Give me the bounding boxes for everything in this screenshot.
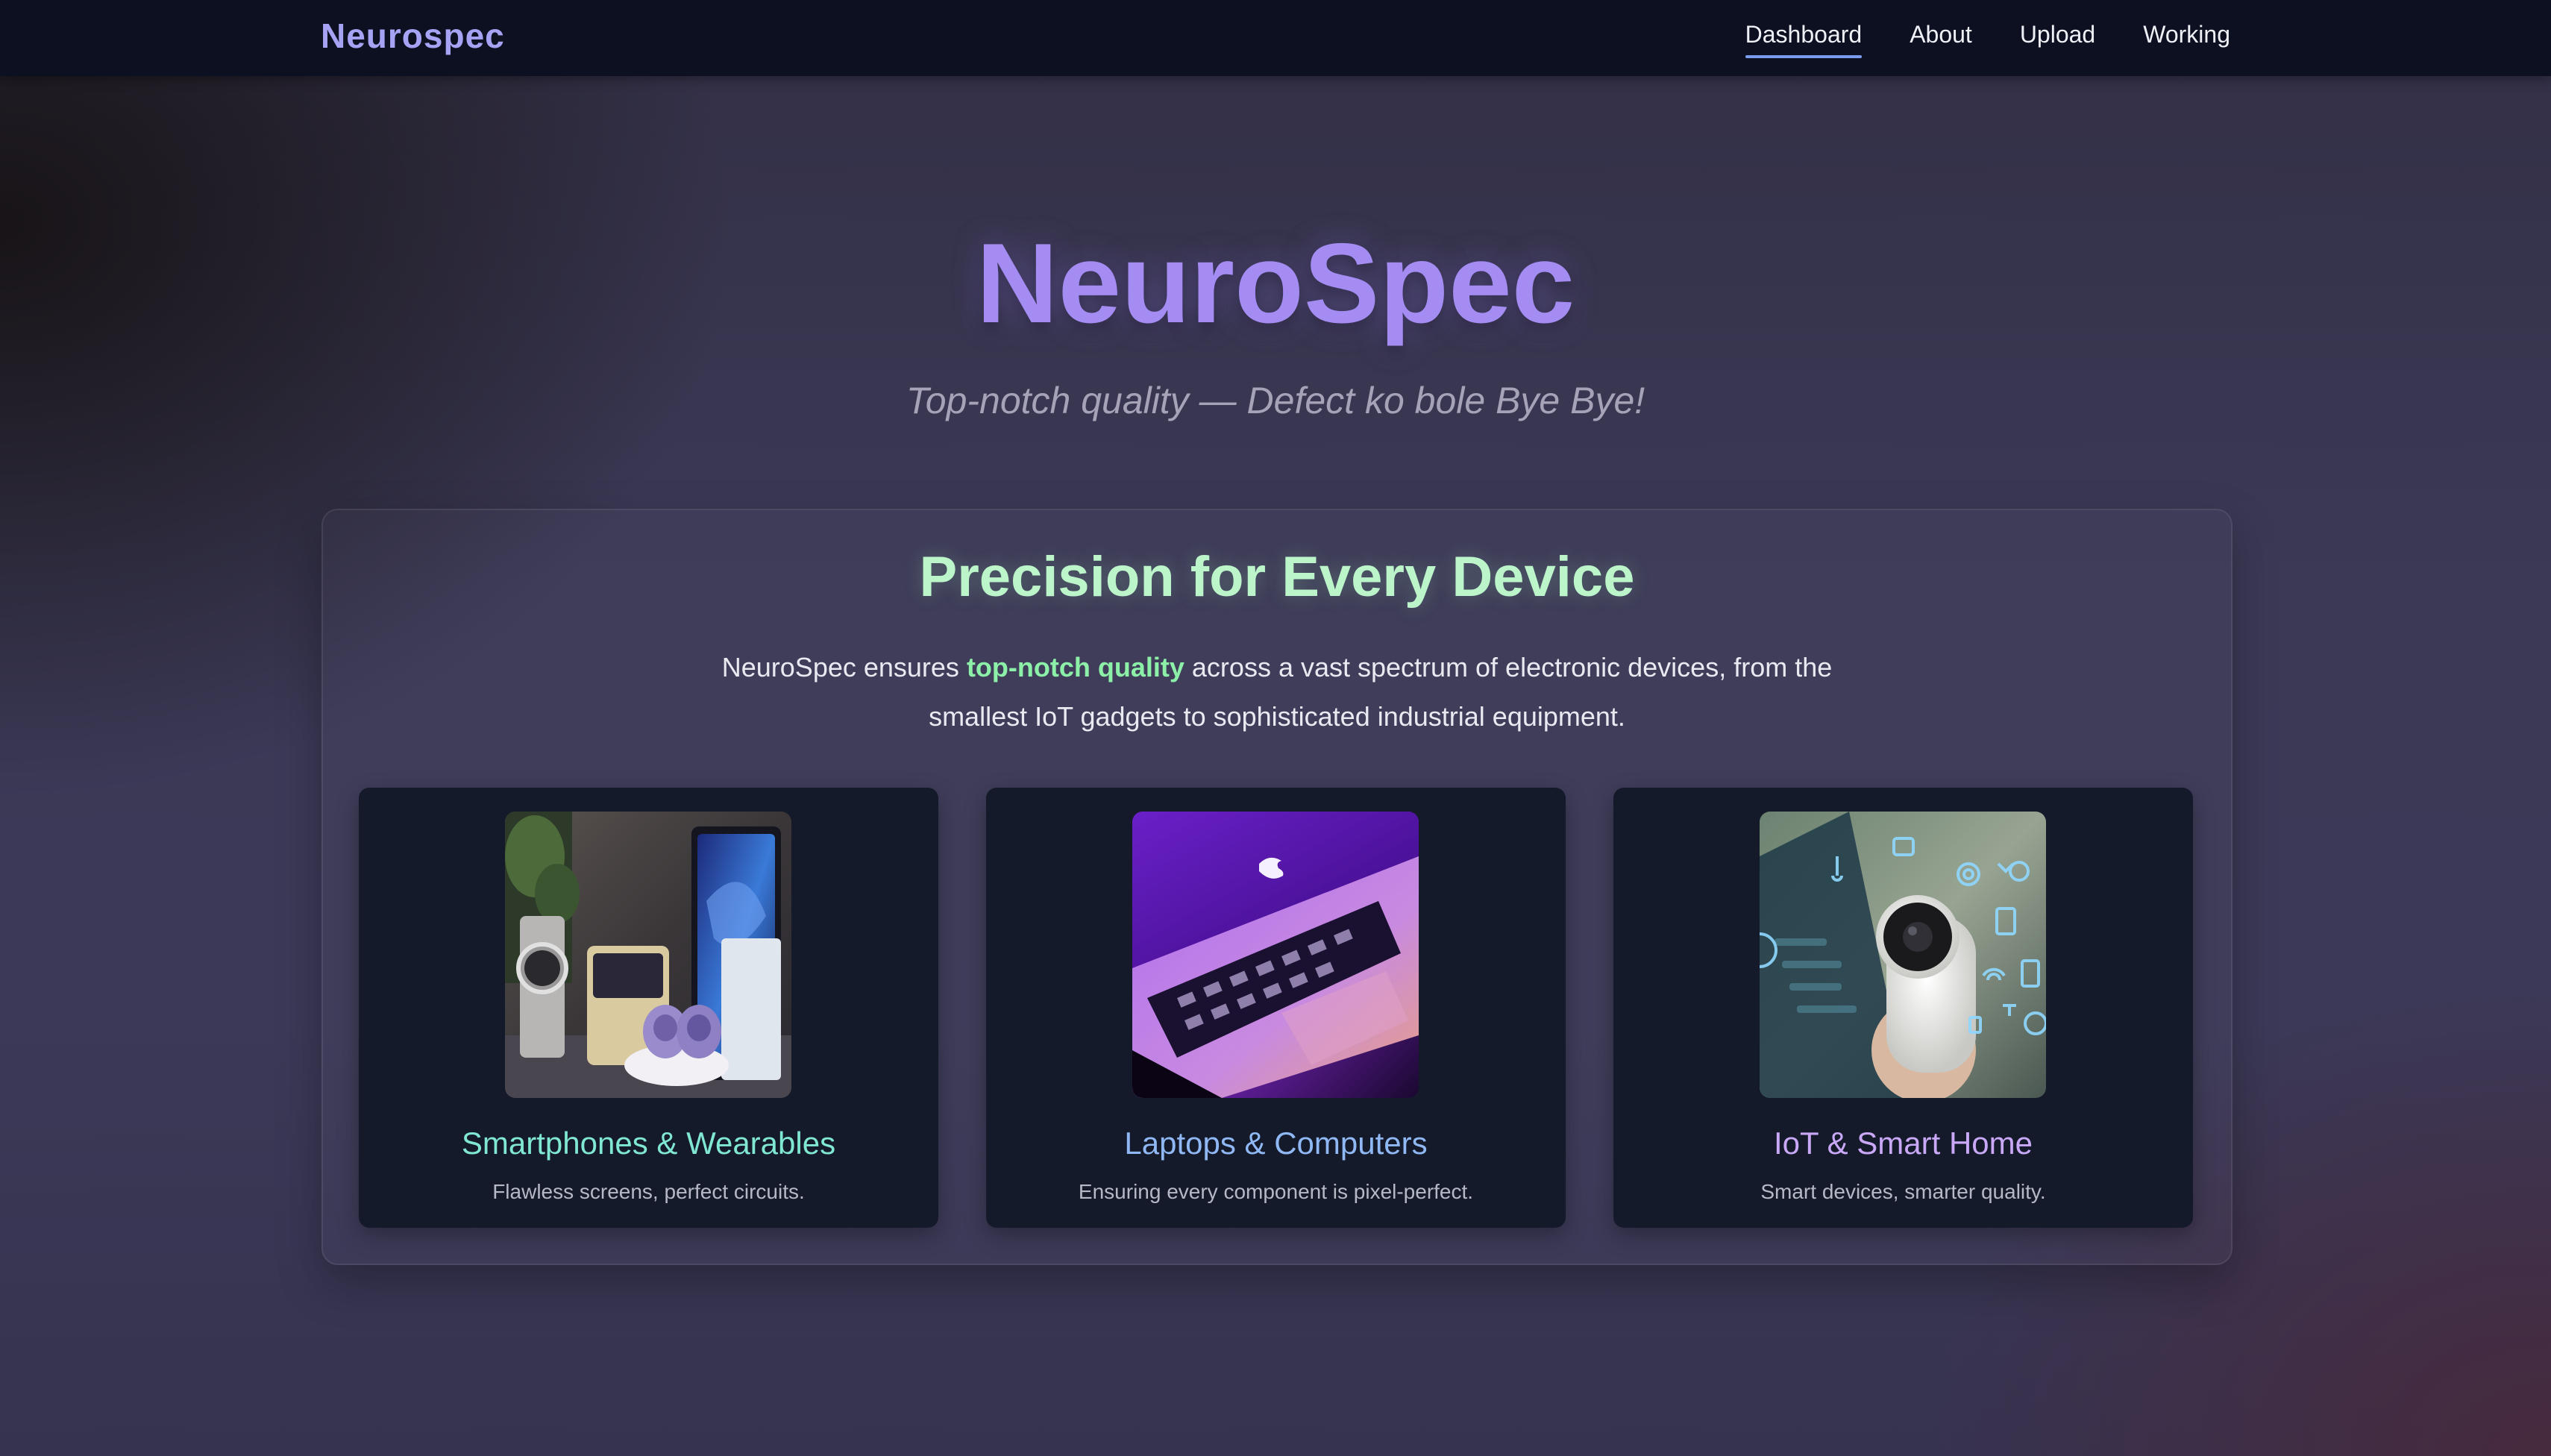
laptop-image (1132, 812, 1419, 1098)
card-smartphones-wearables[interactable]: Smartphones & Wearables Flawless screens… (359, 788, 938, 1228)
top-navbar: Neurospec Dashboard About Upload Working (0, 0, 2551, 76)
card-text: Flawless screens, perfect circuits. (492, 1180, 805, 1203)
device-cards: Smartphones & Wearables Flawless screens… (359, 788, 2193, 1228)
nav-links: Dashboard About Upload Working (1745, 16, 2230, 58)
nav-link-dashboard[interactable]: Dashboard (1745, 16, 1862, 58)
card-title: Laptops & Computers (1124, 1126, 1428, 1161)
hero-subtitle: Top-notch quality — Defect ko bole Bye B… (906, 380, 1645, 421)
desc-text-start: NeuroSpec ensures (721, 652, 967, 682)
device-precision-panel: Precision for Every Device NeuroSpec ens… (321, 509, 2232, 1265)
card-text: Smart devices, smarter quality. (1760, 1180, 2046, 1203)
smart-home-camera-image (1760, 812, 2046, 1098)
section-title: Precision for Every Device (919, 545, 1635, 609)
section-description: NeuroSpec ensures top-notch quality acro… (696, 643, 1858, 741)
card-title: IoT & Smart Home (1774, 1126, 2033, 1161)
hero-title: NeuroSpec (976, 220, 1575, 347)
desc-highlight: top-notch quality (966, 652, 1184, 682)
nav-link-working[interactable]: Working (2143, 16, 2230, 58)
card-iot-smart-home[interactable]: IoT & Smart Home Smart devices, smarter … (1613, 788, 2193, 1228)
card-title: Smartphones & Wearables (461, 1126, 836, 1161)
nav-link-upload[interactable]: Upload (2020, 16, 2095, 58)
brand-logo[interactable]: Neurospec (321, 13, 505, 58)
smartphones-wearables-image (505, 812, 791, 1098)
card-laptops-computers[interactable]: Laptops & Computers Ensuring every compo… (986, 788, 1566, 1228)
nav-link-about[interactable]: About (1910, 16, 1972, 58)
card-text: Ensuring every component is pixel-perfec… (1078, 1180, 1474, 1203)
